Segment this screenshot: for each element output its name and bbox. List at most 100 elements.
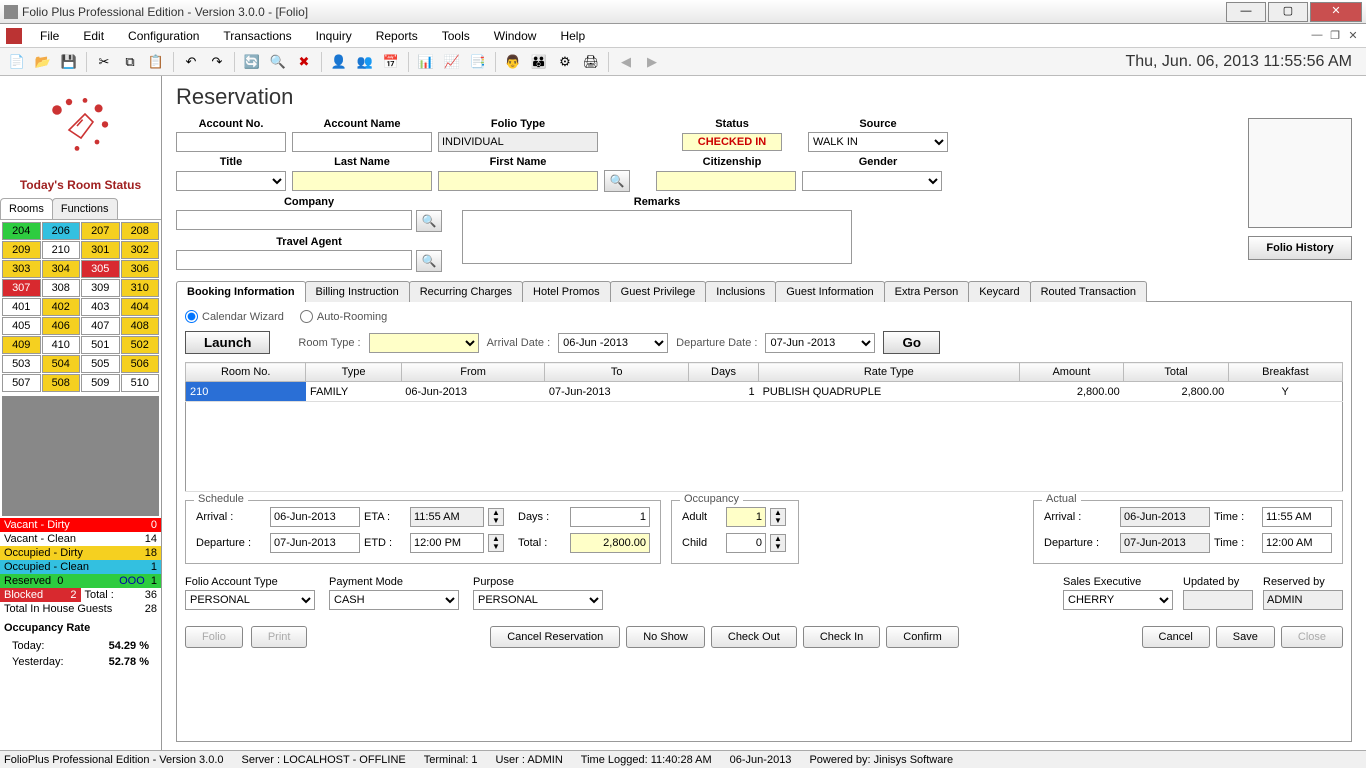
room-cell[interactable]: 404 [121,298,160,316]
mdi-restore-icon[interactable]: ❐ [1328,29,1342,42]
search-guest-button[interactable]: 🔍 [604,170,630,192]
settings-icon[interactable]: ⚙ [554,51,576,73]
refresh-icon[interactable]: 🔄 [241,51,263,73]
col-header[interactable]: From [401,363,545,382]
launch-button[interactable]: Launch [185,331,270,354]
room-cell[interactable]: 208 [121,222,160,240]
minimize-button[interactable]: — [1226,2,1266,22]
search-icon[interactable]: 🔍 [267,51,289,73]
new-icon[interactable]: 📄 [6,51,28,73]
purpose-select[interactable]: PERSONAL [473,590,603,610]
room-cell[interactable]: 310 [121,279,160,297]
room-cell[interactable]: 407 [81,317,120,335]
room-cell[interactable]: 505 [81,355,120,373]
room-cell[interactable]: 307 [2,279,41,297]
room-cell[interactable]: 308 [42,279,81,297]
search-agent-button[interactable]: 🔍 [416,250,442,272]
save-button[interactable]: Save [1216,626,1275,648]
col-header[interactable]: Days [688,363,758,382]
redo-icon[interactable]: ↷ [206,51,228,73]
menu-configuration[interactable]: Configuration [116,25,211,47]
tab-extra-person[interactable]: Extra Person [884,281,970,302]
col-header[interactable]: Room No. [186,363,306,382]
multiuser-icon[interactable]: 👪 [528,51,550,73]
save-icon[interactable]: 💾 [58,51,80,73]
account-name-input[interactable] [292,132,432,152]
auto-rooming-radio[interactable]: Auto-Rooming [300,310,387,323]
room-cell[interactable]: 302 [121,241,160,259]
sch-departure-input[interactable] [270,533,360,553]
room-cell[interactable]: 301 [81,241,120,259]
room-cell[interactable]: 406 [42,317,81,335]
calendar-icon[interactable]: 📅 [380,51,402,73]
travel-agent-input[interactable] [176,250,412,270]
gender-select[interactable] [802,171,942,191]
menu-file[interactable]: File [28,25,71,47]
col-header[interactable]: Type [306,363,401,382]
room-cell[interactable]: 501 [81,336,120,354]
menu-help[interactable]: Help [548,25,597,47]
room-cell[interactable]: 207 [81,222,120,240]
room-cell[interactable]: 503 [2,355,41,373]
folio-history-button[interactable]: Folio History [1248,236,1352,260]
mdi-minimize-icon[interactable]: — [1310,29,1324,42]
room-cell[interactable]: 510 [121,374,160,392]
room-cell[interactable]: 304 [42,260,81,278]
act-time1-input[interactable] [1262,507,1332,527]
eta-input[interactable] [410,507,484,527]
menu-window[interactable]: Window [482,25,549,47]
departure-date-select[interactable]: 07-Jun -2013 [765,333,875,353]
room-cell[interactable]: 502 [121,336,160,354]
room-cell[interactable]: 504 [42,355,81,373]
maximize-button[interactable]: ▢ [1268,2,1308,22]
adult-spinner[interactable]: ▲▼ [770,508,786,526]
col-header[interactable]: Breakfast [1228,363,1342,382]
room-cell[interactable]: 410 [42,336,81,354]
etd-spinner[interactable]: ▲▼ [488,534,504,552]
tab-routed-transaction[interactable]: Routed Transaction [1030,281,1147,302]
act-time2-input[interactable] [1262,533,1332,553]
confirm-button[interactable]: Confirm [886,626,959,648]
child-spinner[interactable]: ▲▼ [770,534,786,552]
report1-icon[interactable]: 📊 [415,51,437,73]
room-cell[interactable]: 210 [42,241,81,259]
report3-icon[interactable]: 📑 [467,51,489,73]
search-company-button[interactable]: 🔍 [416,210,442,232]
folio-button[interactable]: Folio [185,626,243,648]
menu-inquiry[interactable]: Inquiry [304,25,364,47]
check-in-button[interactable]: Check In [803,626,880,648]
go-button[interactable]: Go [883,331,940,354]
room-cell[interactable]: 305 [81,260,120,278]
company-input[interactable] [176,210,412,230]
group-icon[interactable]: 👥 [354,51,376,73]
guest-icon[interactable]: 👤 [328,51,350,73]
tab-guest-privilege[interactable]: Guest Privilege [610,281,707,302]
last-name-input[interactable] [292,171,432,191]
sch-arrival-input[interactable] [270,507,360,527]
folio-acct-type-select[interactable]: PERSONAL [185,590,315,610]
col-header[interactable]: To [545,363,689,382]
open-icon[interactable]: 📂 [32,51,54,73]
first-name-input[interactable] [438,171,598,191]
nav-fwd-icon[interactable]: ▶ [641,51,663,73]
room-type-select[interactable] [369,333,479,353]
table-row[interactable]: 210 FAMILY 06-Jun-2013 07-Jun-2013 1 PUB… [186,382,1343,402]
print-icon[interactable]: 🖨 [580,51,602,73]
undo-icon[interactable]: ↶ [180,51,202,73]
days-input[interactable] [570,507,650,527]
delete-icon[interactable]: ✖ [293,51,315,73]
menu-reports[interactable]: Reports [364,25,430,47]
report2-icon[interactable]: 📈 [441,51,463,73]
calendar-wizard-radio[interactable]: Calendar Wizard [185,310,284,323]
room-cell[interactable]: 409 [2,336,41,354]
room-cell[interactable]: 206 [42,222,81,240]
copy-icon[interactable]: ⧉ [119,51,141,73]
no-show-button[interactable]: No Show [626,626,705,648]
room-cell[interactable]: 403 [81,298,120,316]
tab-recurring-charges[interactable]: Recurring Charges [409,281,523,302]
child-input[interactable] [726,533,766,553]
source-select[interactable]: WALK IN [808,132,948,152]
room-cell[interactable]: 408 [121,317,160,335]
paste-icon[interactable]: 📋 [145,51,167,73]
citizenship-input[interactable] [656,171,796,191]
